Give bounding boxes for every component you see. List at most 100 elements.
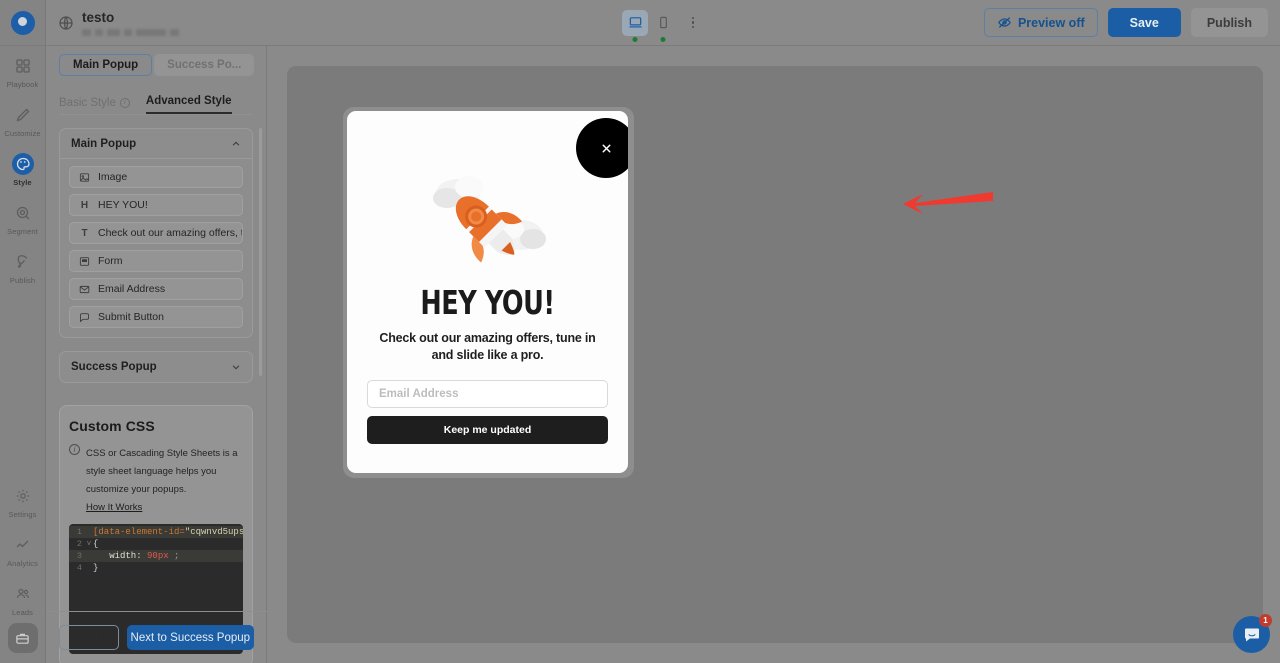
custom-css-title: Custom CSS bbox=[69, 418, 243, 434]
next-to-success-popup-button[interactable]: Next to Success Popup bbox=[127, 625, 254, 650]
list-item-label: Form bbox=[98, 255, 123, 267]
line-number: 3 bbox=[69, 550, 85, 562]
chat-bubble-logo-icon bbox=[11, 11, 35, 35]
chevron-up-icon bbox=[231, 139, 241, 149]
fold-toggle[interactable]: v bbox=[85, 538, 93, 550]
list-item-submit-button[interactable]: Submit Button bbox=[69, 306, 243, 328]
popup-heading: HEY YOU! bbox=[367, 283, 609, 322]
section-success-popup: Success Popup bbox=[59, 351, 253, 383]
rocket-icon bbox=[12, 251, 34, 273]
sidebar-label: Playbook bbox=[0, 80, 46, 89]
publish-button[interactable]: Publish bbox=[1191, 8, 1268, 37]
sidebar-label: Settings bbox=[0, 510, 46, 519]
eye-off-icon bbox=[997, 15, 1012, 30]
list-item-label: Email Address bbox=[98, 283, 165, 295]
panel-scrollbar[interactable] bbox=[259, 128, 262, 376]
kebab-menu-icon[interactable] bbox=[682, 10, 704, 36]
button-icon bbox=[79, 312, 90, 323]
custom-css-description: CSS or Cascading Style Sheets is a style… bbox=[86, 448, 238, 495]
top-bar-actions: Preview off Save Publish bbox=[984, 8, 1268, 37]
sidebar-item-customize[interactable]: Customize bbox=[0, 95, 46, 144]
code-brace: } bbox=[93, 562, 98, 574]
sidebar-item-style[interactable]: Style bbox=[0, 144, 46, 193]
code-property: width: bbox=[109, 551, 141, 561]
grid-icon bbox=[12, 55, 34, 77]
sidebar-item-playbook[interactable]: Playbook bbox=[0, 46, 46, 95]
app-root: Playbook Customize Style bbox=[0, 0, 1280, 663]
popup-preview: HEY YOU! Check out our amazing offers, t… bbox=[347, 111, 628, 473]
popup-tab-group: Main Popup Success Po... bbox=[46, 46, 266, 76]
line-number: 2 bbox=[69, 538, 85, 550]
form-icon bbox=[79, 256, 90, 267]
panel-footer: Back Next to Success Popup bbox=[46, 611, 267, 663]
list-item-heading[interactable]: H HEY YOU! bbox=[69, 194, 243, 216]
primary-sidebar: Playbook Customize Style bbox=[0, 0, 46, 663]
section-title: Main Popup bbox=[71, 138, 136, 150]
list-item-image[interactable]: Image bbox=[69, 166, 243, 188]
save-button[interactable]: Save bbox=[1108, 8, 1181, 37]
sidebar-item-analytics[interactable]: Analytics bbox=[0, 525, 46, 574]
chat-widget-button[interactable]: 1 bbox=[1233, 616, 1270, 653]
device-desktop-button[interactable] bbox=[622, 10, 648, 36]
sidebar-item-leads[interactable]: Leads bbox=[0, 574, 46, 623]
subtab-advanced-style[interactable]: Advanced Style bbox=[146, 95, 232, 114]
section-main-popup-header[interactable]: Main Popup bbox=[60, 129, 252, 159]
sidebar-item-settings[interactable]: Settings bbox=[0, 476, 46, 525]
subtab-label: Basic Style bbox=[59, 97, 116, 109]
code-line: 1 [data-element-id="cqwnvd5ups00"] bbox=[69, 526, 243, 538]
gear-icon bbox=[12, 485, 34, 507]
subtab-basic-style[interactable]: Basic Style i bbox=[59, 97, 130, 114]
target-icon bbox=[12, 202, 34, 224]
code-line: 2 v { bbox=[69, 538, 243, 550]
preview-label: Preview off bbox=[1018, 16, 1085, 30]
app-logo[interactable] bbox=[0, 0, 46, 46]
list-item-email-address[interactable]: Email Address bbox=[69, 278, 243, 300]
sidebar-item-segment[interactable]: Segment bbox=[0, 193, 46, 242]
chat-bubble-icon bbox=[1243, 626, 1261, 644]
code-value: 90px bbox=[147, 551, 169, 561]
line-number: 1 bbox=[69, 526, 85, 538]
code-selector: [data-element-id= bbox=[93, 527, 185, 537]
preview-toggle-button[interactable]: Preview off bbox=[984, 8, 1098, 37]
briefcase-button[interactable] bbox=[8, 623, 38, 653]
tab-success-popup[interactable]: Success Po... bbox=[154, 54, 254, 76]
sidebar-item-publish[interactable]: Publish bbox=[0, 242, 46, 291]
device-toggle-group bbox=[622, 10, 704, 36]
trend-line-icon bbox=[12, 534, 34, 556]
desktop-icon bbox=[628, 15, 643, 30]
popup-close-button[interactable] bbox=[576, 118, 628, 178]
list-item-label: HEY YOU! bbox=[98, 199, 148, 211]
list-item-text[interactable]: T Check out our amazing offers, tune... bbox=[69, 222, 243, 244]
back-button[interactable]: Back bbox=[59, 625, 119, 650]
section-main-popup: Main Popup Image H HEY YOU! T bbox=[59, 128, 253, 338]
email-input[interactable]: Email Address bbox=[367, 380, 608, 408]
submit-button[interactable]: Keep me updated bbox=[367, 416, 608, 444]
code-line: 3 width: 90px ; bbox=[69, 550, 243, 562]
line-number: 4 bbox=[69, 562, 85, 574]
list-item-label: Check out our amazing offers, tune... bbox=[98, 227, 243, 239]
info-icon: i bbox=[69, 444, 80, 455]
code-line: 4 } bbox=[69, 562, 243, 574]
mobile-icon bbox=[656, 15, 671, 30]
heading-icon: H bbox=[79, 200, 90, 211]
code-string: "cqwnvd5ups00" bbox=[185, 527, 243, 537]
project-title-block: testo bbox=[82, 10, 179, 36]
top-bar: testo bbox=[46, 0, 1280, 46]
sidebar-label: Publish bbox=[0, 276, 46, 285]
code-semicolon: ; bbox=[174, 551, 179, 561]
rocket-illustration-icon bbox=[423, 153, 553, 273]
tab-main-popup[interactable]: Main Popup bbox=[59, 54, 152, 76]
how-it-works-link[interactable]: How It Works bbox=[86, 502, 142, 513]
info-icon[interactable]: i bbox=[120, 98, 130, 108]
section-success-popup-header[interactable]: Success Popup bbox=[60, 352, 252, 382]
chat-unread-badge: 1 bbox=[1259, 614, 1272, 627]
style-subtab-group: Basic Style i Advanced Style bbox=[59, 91, 253, 115]
pencil-icon bbox=[12, 104, 34, 126]
list-item-form[interactable]: Form bbox=[69, 250, 243, 272]
sidebar-label: Segment bbox=[0, 227, 46, 236]
status-dot bbox=[633, 37, 638, 42]
text-icon: T bbox=[79, 228, 90, 239]
device-mobile-button[interactable] bbox=[650, 10, 676, 36]
style-panel: Main Popup Success Po... Basic Style i A… bbox=[46, 46, 267, 663]
sidebar-label: Customize bbox=[0, 129, 46, 138]
